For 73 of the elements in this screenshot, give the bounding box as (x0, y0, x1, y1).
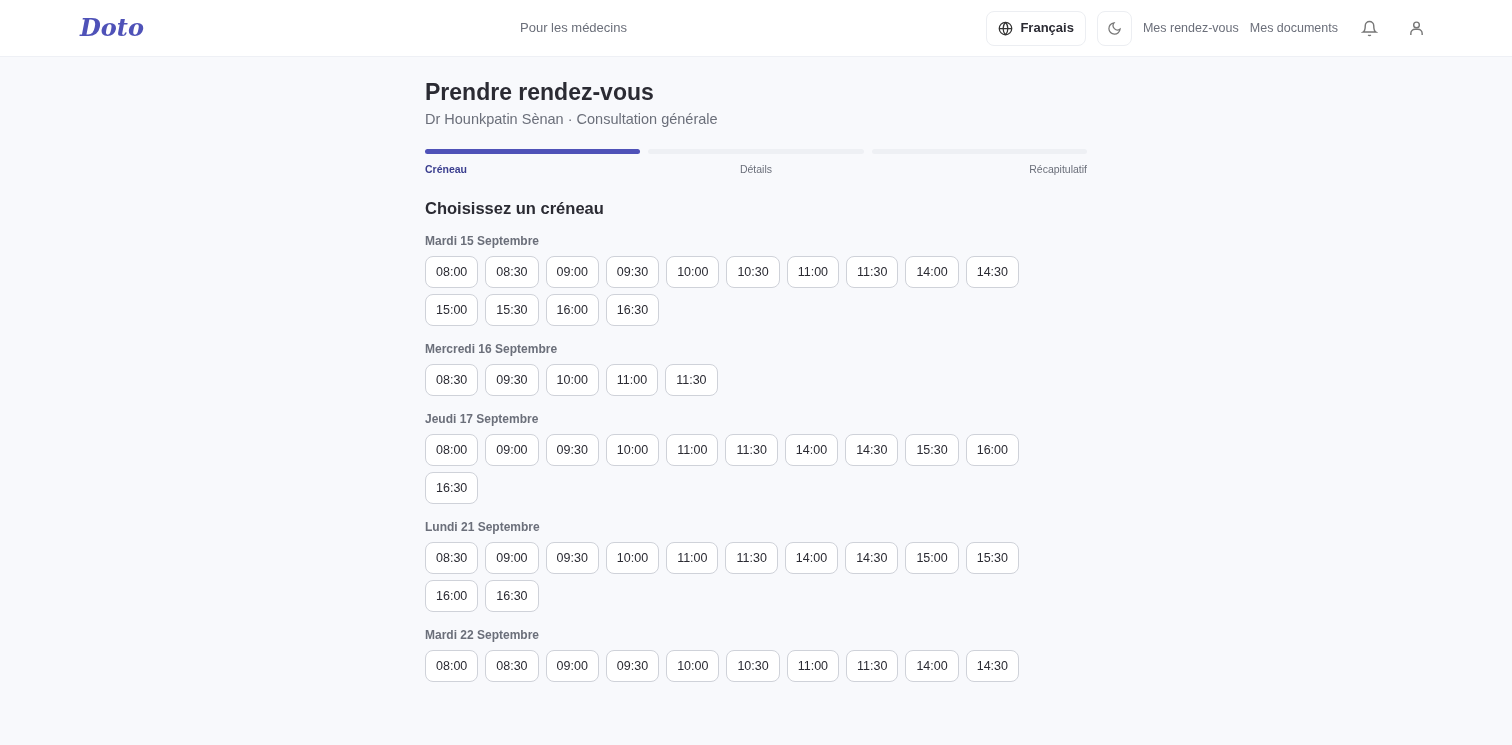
time-slot-button[interactable]: 10:00 (666, 256, 720, 289)
day-label: Mercredi 16 Septembre (425, 341, 559, 359)
time-slot-button[interactable]: 11:30 (665, 364, 718, 397)
time-slot-button[interactable]: 10:00 (605, 542, 660, 575)
time-slot-button[interactable]: 09:00 (485, 542, 539, 575)
time-slot-button[interactable]: 14:30 (845, 542, 899, 575)
time-slot-button[interactable]: 16:00 (545, 294, 599, 327)
nav-link[interactable]: Mes documents (1249, 18, 1338, 38)
day-label: Lundi 21 Septembre (425, 519, 541, 537)
time-slot-button[interactable]: 08:00 (425, 434, 479, 467)
globe-icon (998, 20, 1014, 36)
time-slot-button[interactable]: 14:30 (845, 434, 899, 467)
time-slot-button[interactable]: 09:30 (545, 434, 599, 467)
doctors-link[interactable]: Pour les médecins (520, 18, 627, 38)
time-slot-button[interactable]: 09:30 (605, 256, 660, 289)
time-slot-button[interactable]: 10:00 (605, 434, 660, 467)
time-slot-button[interactable]: 08:30 (425, 542, 479, 575)
time-slot-button[interactable]: 10:00 (666, 650, 720, 683)
page-title: Prendre rendez-vous (425, 78, 655, 107)
day-label: Mardi 22 Septembre (425, 627, 541, 645)
day-label: Mardi 15 Septembre (425, 233, 541, 251)
time-slot-button[interactable]: 16:30 (485, 580, 539, 613)
time-slot-button[interactable]: 08:00 (425, 650, 479, 683)
nav-link[interactable]: Mes rendez-vous (1142, 18, 1239, 38)
time-slot-button[interactable]: 11:00 (786, 650, 840, 683)
time-slot-button[interactable]: 14:30 (965, 256, 1019, 289)
step-label[interactable]: Récapitulatif (1029, 161, 1087, 178)
time-slot-button[interactable]: 16:30 (425, 472, 479, 505)
time-slot-button[interactable]: 08:30 (485, 256, 539, 289)
moon-icon (1106, 20, 1122, 36)
time-slot-button[interactable]: 16:00 (965, 434, 1019, 467)
time-slot-button[interactable]: 08:00 (425, 256, 479, 289)
time-slot-button[interactable]: 11:30 (846, 650, 899, 683)
time-slot-button[interactable]: 16:30 (605, 294, 660, 327)
time-slot-button[interactable]: 09:30 (545, 542, 599, 575)
time-slot-button[interactable]: 10:30 (726, 650, 780, 683)
section-title: Choisissez un créneau (425, 197, 605, 219)
logo[interactable]: Doto (80, 10, 144, 46)
dark-mode-button[interactable] (1096, 10, 1132, 46)
step-label[interactable]: Créneau (425, 161, 467, 178)
time-slot-button[interactable]: 08:30 (485, 650, 539, 683)
time-slot-button[interactable]: 15:00 (425, 294, 479, 327)
time-slot-button[interactable]: 08:30 (425, 364, 479, 397)
bell-icon (1360, 19, 1378, 37)
time-slot-button[interactable]: 10:00 (545, 364, 599, 397)
doctor-subtitle: Dr Hounkpatin Sènan · Consultation générale (425, 110, 719, 129)
time-slot-button[interactable]: 11:00 (666, 434, 719, 467)
time-slot-button[interactable]: 14:00 (905, 650, 959, 683)
time-slot-button[interactable]: 11:30 (846, 256, 899, 289)
step-label[interactable]: Détails (739, 161, 773, 178)
time-slot-button[interactable]: 09:30 (485, 364, 539, 397)
time-slot-button[interactable]: 11:30 (725, 542, 778, 575)
time-slot-button[interactable]: 09:30 (605, 650, 660, 683)
time-slot-button[interactable]: 14:00 (784, 434, 839, 467)
time-slot-button[interactable]: 11:00 (666, 542, 719, 575)
time-slot-button[interactable]: 15:30 (965, 542, 1019, 575)
time-slot-button[interactable]: 09:00 (485, 434, 539, 467)
time-slot-button[interactable]: 11:00 (605, 364, 659, 397)
time-slot-button[interactable]: 15:00 (905, 542, 959, 575)
time-slot-button[interactable]: 14:00 (784, 542, 839, 575)
time-slot-button[interactable]: 09:00 (545, 256, 599, 289)
time-slot-button[interactable]: 14:00 (905, 256, 959, 289)
time-slot-button[interactable]: 16:00 (425, 580, 479, 613)
time-slot-button[interactable]: 10:30 (726, 256, 780, 289)
time-slot-button[interactable]: 11:30 (725, 434, 778, 467)
time-slot-button[interactable]: 15:30 (905, 434, 959, 467)
time-slot-button[interactable]: 11:00 (786, 256, 840, 289)
day-label: Jeudi 17 Septembre (425, 411, 540, 429)
language-button[interactable]: Français (986, 10, 1086, 46)
user-icon (1407, 19, 1425, 37)
time-slot-button[interactable]: 14:30 (965, 650, 1019, 683)
time-slot-button[interactable]: 15:30 (485, 294, 539, 327)
time-slot-button[interactable]: 09:00 (545, 650, 599, 683)
